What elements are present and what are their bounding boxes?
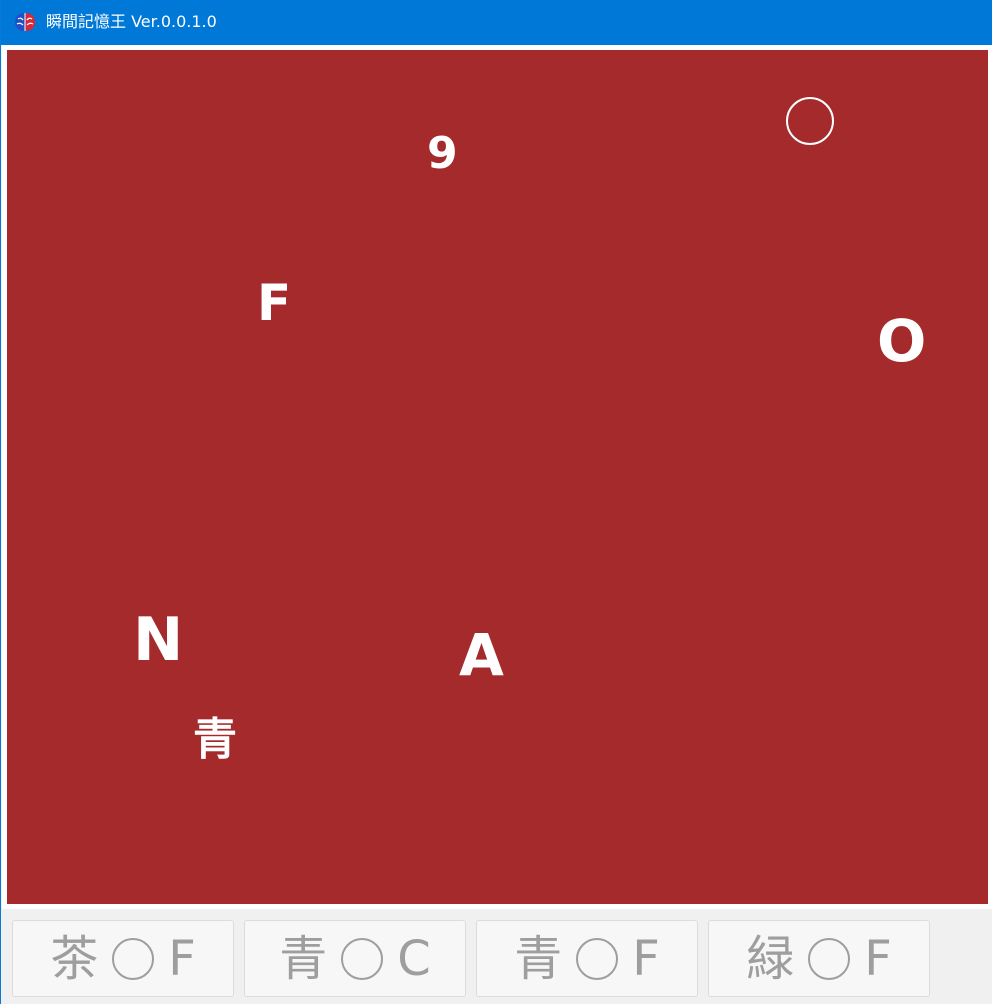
symbol-kanji-blue: 青 [193,714,237,765]
symbol-letter-o: O [877,307,927,375]
answer-color-word: 青 [514,930,563,987]
answer-letter: F [632,930,660,987]
memory-canvas: 9 F O N A 青 [7,50,988,904]
circle-symbol-icon [786,97,834,145]
answer-letter: F [168,930,196,987]
window-title: 瞬間記憶王 Ver.0.0.1.0 [46,12,217,31]
circle-icon [808,937,851,980]
symbol-letter-a: A [459,621,504,689]
brain-icon [15,13,35,31]
circle-icon [576,937,619,980]
answer-letter: C [397,930,431,987]
answer-button-3[interactable]: 青 F [476,920,698,997]
answer-button-4[interactable]: 緑 F [708,920,930,997]
answer-color-word: 緑 [746,930,795,987]
answer-color-word: 茶 [50,930,99,987]
answer-color-word: 青 [279,930,328,987]
answer-button-1[interactable]: 茶 F [12,920,234,997]
symbol-letter-f: F [257,274,292,332]
answer-letter: F [864,930,892,987]
circle-icon [112,937,155,980]
symbol-letter-n: N [133,605,184,675]
circle-icon [341,937,384,980]
symbol-digit-9: 9 [427,128,458,179]
answer-button-2[interactable]: 青 C [244,920,466,997]
app-window: 瞬間記憶王 Ver.0.0.1.0 9 F O N A 青 茶 F 青 C 青 … [0,0,992,1004]
title-bar[interactable]: 瞬間記憶王 Ver.0.0.1.0 [1,0,992,45]
